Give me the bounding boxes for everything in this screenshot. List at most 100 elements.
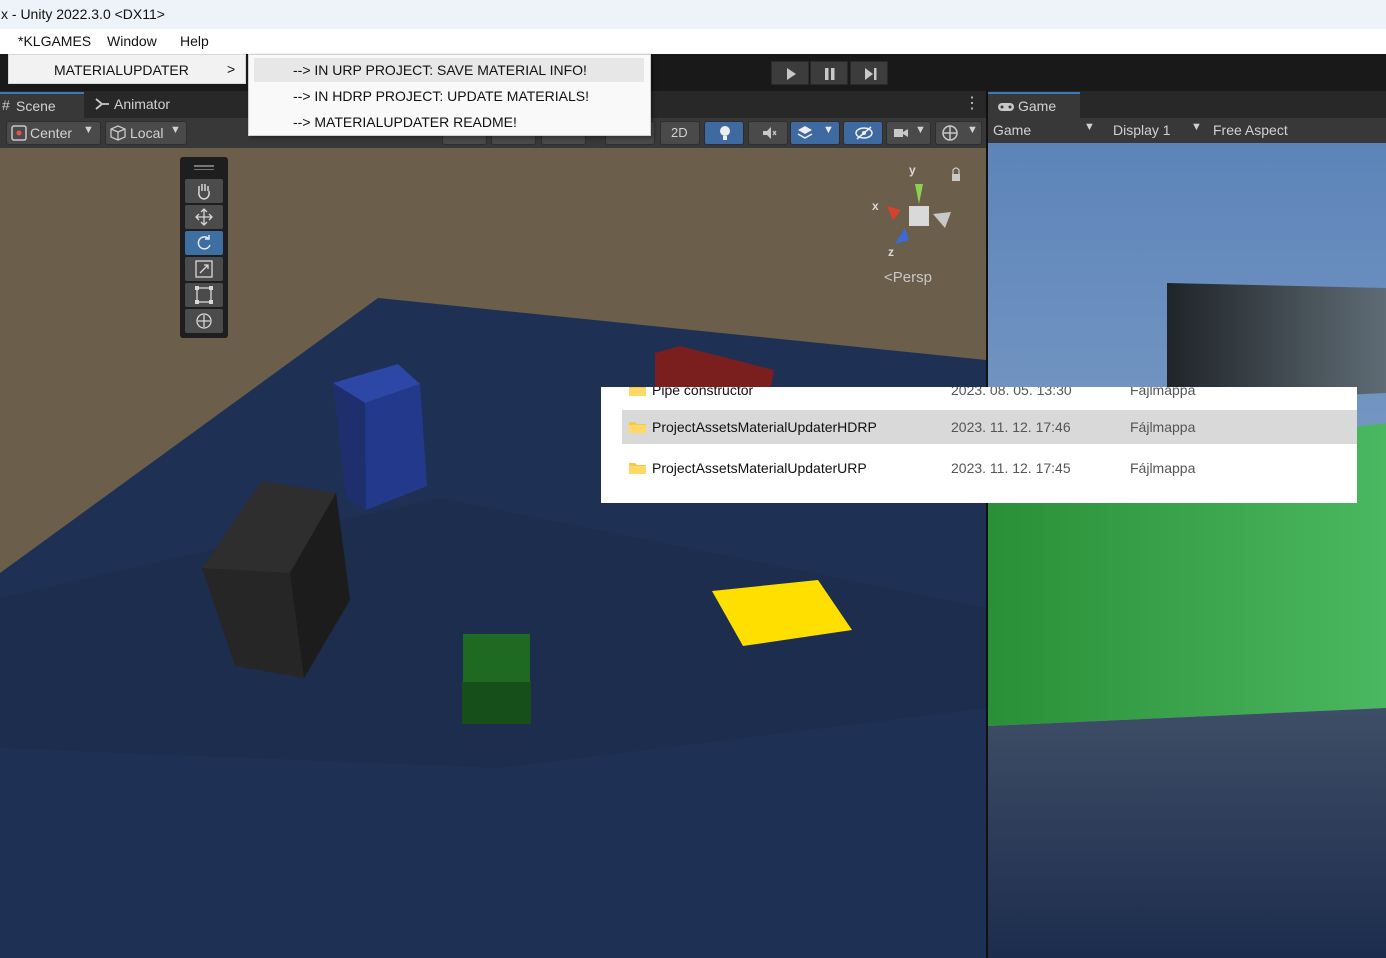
file-type: Fájlmappa: [1130, 419, 1196, 435]
hand-icon: [198, 184, 210, 200]
play-button[interactable]: [771, 61, 809, 85]
menu-help[interactable]: Help: [180, 33, 209, 49]
gizmo-x-label: x: [872, 199, 879, 213]
chevron-down-icon: ▼: [1191, 121, 1202, 133]
game-dark-wall: [1167, 283, 1386, 403]
tool-palette: [180, 157, 228, 338]
display-label: Display 1: [1113, 122, 1171, 138]
file-date: 2023. 11. 12. 17:45: [951, 460, 1071, 476]
aspect-label: Free Aspect: [1213, 122, 1288, 138]
panel-options-icon[interactable]: ⋮: [964, 93, 980, 113]
folder-icon: [629, 463, 646, 474]
display-dropdown[interactable]: Display 1 ▼: [1102, 118, 1206, 143]
tab-game[interactable]: Game: [988, 92, 1080, 118]
game-panel-tabs: Game: [988, 91, 1386, 118]
hidden-eye-icon: [855, 126, 873, 140]
list-item[interactable]: Pipe constructor 2023. 08. 05. 13:30 Fáj…: [622, 387, 1357, 407]
gizmo-icon: [942, 125, 958, 141]
play-icon: [787, 68, 796, 80]
chevron-down-icon: ▼: [967, 124, 978, 136]
file-type: Fájlmappa: [1130, 460, 1196, 476]
scene-viewport[interactable]: y x z <Persp: [0, 148, 986, 958]
game-view-label: Game: [993, 122, 1032, 138]
projection-label: Persp: [892, 269, 932, 286]
step-button[interactable]: [850, 61, 888, 85]
window-title: x - Unity 2022.3.0 <DX11>: [1, 6, 165, 22]
file-name: ProjectAssetsMaterialUpdaterURP: [652, 460, 867, 476]
mode-2d-button[interactable]: 2D: [660, 121, 700, 145]
audio-toggle[interactable]: [748, 121, 788, 145]
aspect-dropdown[interactable]: Free Aspect: [1208, 118, 1386, 143]
menu-item-label: --> IN URP PROJECT: SAVE MATERIAL INFO!: [293, 62, 587, 78]
game-view-dropdown[interactable]: Game ▼: [988, 118, 1100, 143]
list-item[interactable]: ProjectAssetsMaterialUpdaterURP 2023. 11…: [622, 451, 1357, 485]
effects-dropdown[interactable]: ▼: [790, 121, 840, 145]
transform-tool-button[interactable]: [185, 309, 223, 333]
folder-icon: [629, 387, 646, 396]
scene-visibility-toggle[interactable]: [843, 121, 883, 145]
lighting-toggle[interactable]: [704, 121, 744, 145]
pause-icon: [825, 68, 835, 80]
camera-dropdown[interactable]: ▼: [886, 121, 931, 145]
gizmo-lock-icon[interactable]: [952, 174, 960, 181]
scale-icon: [195, 260, 213, 278]
gizmos-dropdown[interactable]: ▼: [935, 121, 982, 145]
green-cube-bottom: [462, 682, 531, 724]
projection-chevron-icon: <: [884, 269, 893, 286]
game-render: [988, 143, 1386, 958]
list-item-selected[interactable]: ProjectAssetsMaterialUpdaterHDRP 2023. 1…: [622, 410, 1357, 444]
menu-item-update-materials[interactable]: --> IN HDRP PROJECT: UPDATE MATERIALS!: [254, 84, 644, 108]
pause-button[interactable]: [810, 61, 848, 85]
scene-render: [0, 148, 986, 958]
gizmo-x-axis: [887, 206, 901, 220]
gizmo-z-axis: [895, 228, 909, 244]
menu-bar: *KLGAMES Window Help: [0, 29, 1386, 54]
menu-item-label: --> IN HDRP PROJECT: UPDATE MATERIALS!: [293, 88, 589, 104]
file-name: Pipe constructor: [652, 387, 754, 398]
menu-window[interactable]: Window: [107, 33, 157, 49]
materialupdater-submenu: --> IN URP PROJECT: SAVE MATERIAL INFO! …: [248, 54, 651, 136]
menu-item-label: --> MATERIALUPDATER README!: [293, 114, 517, 130]
window-title-bar: x - Unity 2022.3.0 <DX11>: [0, 0, 1386, 29]
rect-tool-button[interactable]: [185, 283, 223, 307]
move-tool-button[interactable]: [185, 205, 223, 229]
palette-drag-handle[interactable]: [194, 165, 214, 167]
file-date: 2023. 08. 05. 13:30: [951, 387, 1072, 398]
scale-tool-button[interactable]: [185, 257, 223, 281]
chevron-right-icon: >: [227, 61, 236, 77]
orientation-gizmo[interactable]: y x z: [865, 162, 965, 272]
chevron-down-icon: ▼: [823, 124, 834, 136]
rotate-icon: [197, 235, 211, 250]
gamepad-icon: [998, 103, 1014, 111]
menu-item-readme[interactable]: --> MATERIALUPDATER README!: [254, 110, 644, 134]
hand-tool-button[interactable]: [185, 179, 223, 203]
file-explorer-overlay: Pipe constructor 2023. 08. 05. 13:30 Fáj…: [601, 387, 1357, 503]
file-type: Fájlmappa: [1130, 387, 1196, 398]
step-icon: [865, 68, 877, 80]
projection-toggle[interactable]: <Persp: [884, 269, 932, 286]
chevron-down-icon: ▼: [1084, 121, 1095, 133]
lightbulb-icon: [720, 126, 730, 140]
rect-transform-icon: [195, 286, 213, 304]
file-date: 2023. 11. 12. 17:46: [951, 419, 1071, 435]
folder-icon: [629, 422, 646, 433]
mute-icon: [763, 127, 777, 139]
rotate-tool-button[interactable]: [185, 231, 223, 255]
menu-item-save-material-info[interactable]: --> IN URP PROJECT: SAVE MATERIAL INFO!: [254, 58, 644, 82]
gizmo-center-cube: [909, 206, 929, 226]
gizmo-z-label: z: [888, 245, 894, 259]
game-viewport[interactable]: [988, 143, 1386, 958]
green-cube-front: [463, 634, 530, 684]
menu-klgames[interactable]: *KLGAMES: [18, 33, 91, 49]
game-floor: [988, 708, 1386, 958]
mode-2d-label: 2D: [671, 125, 688, 140]
tab-game-label: Game: [1018, 98, 1057, 114]
transform-icon: [196, 313, 212, 329]
klgames-dropdown-menu: MATERIALUPDATER > --> IN URP PROJECT: SA…: [8, 54, 651, 136]
file-name: ProjectAssetsMaterialUpdaterHDRP: [652, 419, 877, 435]
layers-icon: [797, 126, 813, 139]
camera-icon: [894, 129, 908, 137]
menu-item-materialupdater[interactable]: MATERIALUPDATER >: [8, 54, 246, 84]
gizmo-y-label: y: [909, 163, 916, 177]
gizmo-neg-x-axis: [933, 212, 951, 228]
